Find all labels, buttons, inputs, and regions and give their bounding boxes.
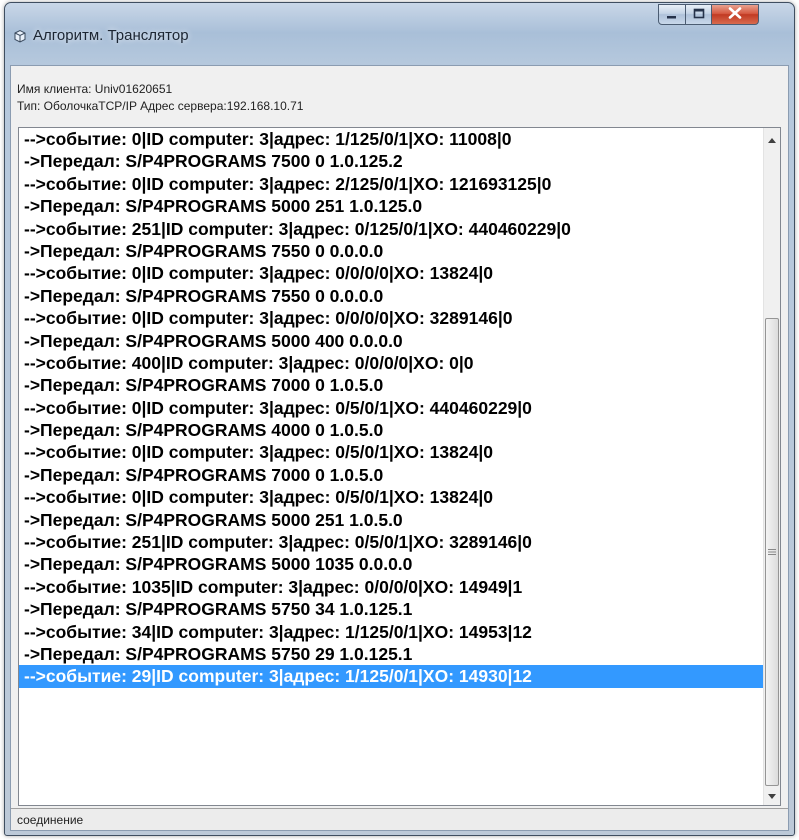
minimize-icon	[666, 6, 678, 24]
event-log-list[interactable]: -->событие: 0|ID computer: 3|адрес: 1/12…	[18, 127, 781, 806]
list-item[interactable]: ->Передал: S/P4PROGRAMS 7000 0 1.0.5.0	[19, 374, 763, 396]
list-item[interactable]: -->событие: 0|ID computer: 3|адрес: 1/12…	[19, 128, 763, 150]
window-title: Алгоритм. Транслятор	[33, 27, 189, 44]
scroll-down-button[interactable]	[764, 786, 780, 803]
client-name-label: Имя клиента: Univ01620651	[17, 82, 173, 96]
list-item[interactable]: ->Передал: S/P4PROGRAMS 7550 0 0.0.0.0	[19, 285, 763, 307]
list-item[interactable]: -->событие: 0|ID computer: 3|адрес: 0/5/…	[19, 397, 763, 419]
list-item[interactable]: ->Передал: S/P4PROGRAMS 7550 0 0.0.0.0	[19, 240, 763, 262]
list-item[interactable]: ->Передал: S/P4PROGRAMS 7500 0 1.0.125.2	[19, 150, 763, 172]
list-item[interactable]: -->событие: 251|ID computer: 3|адрес: 0/…	[19, 218, 763, 240]
arrow-down-icon	[768, 786, 776, 804]
list-item[interactable]: ->Передал: S/P4PROGRAMS 5000 1035 0.0.0.…	[19, 553, 763, 575]
list-item[interactable]: ->Передал: S/P4PROGRAMS 4000 0 1.0.5.0	[19, 419, 763, 441]
status-bar: соединение	[11, 808, 788, 830]
minimize-button[interactable]	[658, 4, 686, 25]
list-item[interactable]: -->событие: 0|ID computer: 3|адрес: 0/0/…	[19, 307, 763, 329]
event-log-rows: -->событие: 0|ID computer: 3|адрес: 1/12…	[19, 128, 763, 688]
maximize-button[interactable]	[685, 4, 712, 25]
list-item[interactable]: ->Передал: S/P4PROGRAMS 7000 0 1.0.5.0	[19, 464, 763, 486]
title-bar[interactable]: Алгоритм. Транслятор	[5, 3, 794, 65]
list-item[interactable]: ->Передал: S/P4PROGRAMS 5750 29 1.0.125.…	[19, 643, 763, 665]
grip-icon	[768, 543, 776, 561]
scrollbar-thumb[interactable]	[765, 318, 779, 786]
app-window: Алгоритм. Транслятор Имя клиента: Univ01…	[4, 2, 795, 836]
status-text: соединение	[17, 813, 84, 827]
list-item[interactable]: -->событие: 34|ID computer: 3|адрес: 1/1…	[19, 621, 763, 643]
list-item[interactable]: -->событие: 0|ID computer: 3|адрес: 0/0/…	[19, 262, 763, 284]
list-item[interactable]: ->Передал: S/P4PROGRAMS 5000 400 0.0.0.0	[19, 330, 763, 352]
arrow-up-icon	[768, 130, 776, 148]
close-button[interactable]	[711, 4, 759, 25]
list-item[interactable]: -->событие: 0|ID computer: 3|адрес: 2/12…	[19, 173, 763, 195]
list-item[interactable]: ->Передал: S/P4PROGRAMS 5000 251 1.0.125…	[19, 195, 763, 217]
connection-type-label: Тип: ОболочкаTCP/IP Адрес сервера:192.16…	[17, 99, 304, 113]
client-area: Имя клиента: Univ01620651 Тип: ОболочкаT…	[10, 65, 789, 831]
scroll-up-button[interactable]	[764, 130, 780, 147]
list-item[interactable]: -->событие: 29|ID computer: 3|адрес: 1/1…	[19, 665, 763, 688]
list-item[interactable]: -->событие: 251|ID computer: 3|адрес: 0/…	[19, 531, 763, 553]
cube-icon	[13, 29, 27, 43]
list-item[interactable]: -->событие: 0|ID computer: 3|адрес: 0/5/…	[19, 441, 763, 463]
list-item[interactable]: -->событие: 0|ID computer: 3|адрес: 0/5/…	[19, 486, 763, 508]
list-item[interactable]: ->Передал: S/P4PROGRAMS 5000 251 1.0.5.0	[19, 509, 763, 531]
vertical-scrollbar[interactable]	[763, 128, 780, 805]
close-icon	[728, 6, 742, 24]
list-item[interactable]: -->событие: 1035|ID computer: 3|адрес: 0…	[19, 576, 763, 598]
list-item[interactable]: -->событие: 400|ID computer: 3|адрес: 0/…	[19, 352, 763, 374]
maximize-icon	[693, 6, 705, 24]
list-item[interactable]: ->Передал: S/P4PROGRAMS 5750 34 1.0.125.…	[19, 598, 763, 620]
